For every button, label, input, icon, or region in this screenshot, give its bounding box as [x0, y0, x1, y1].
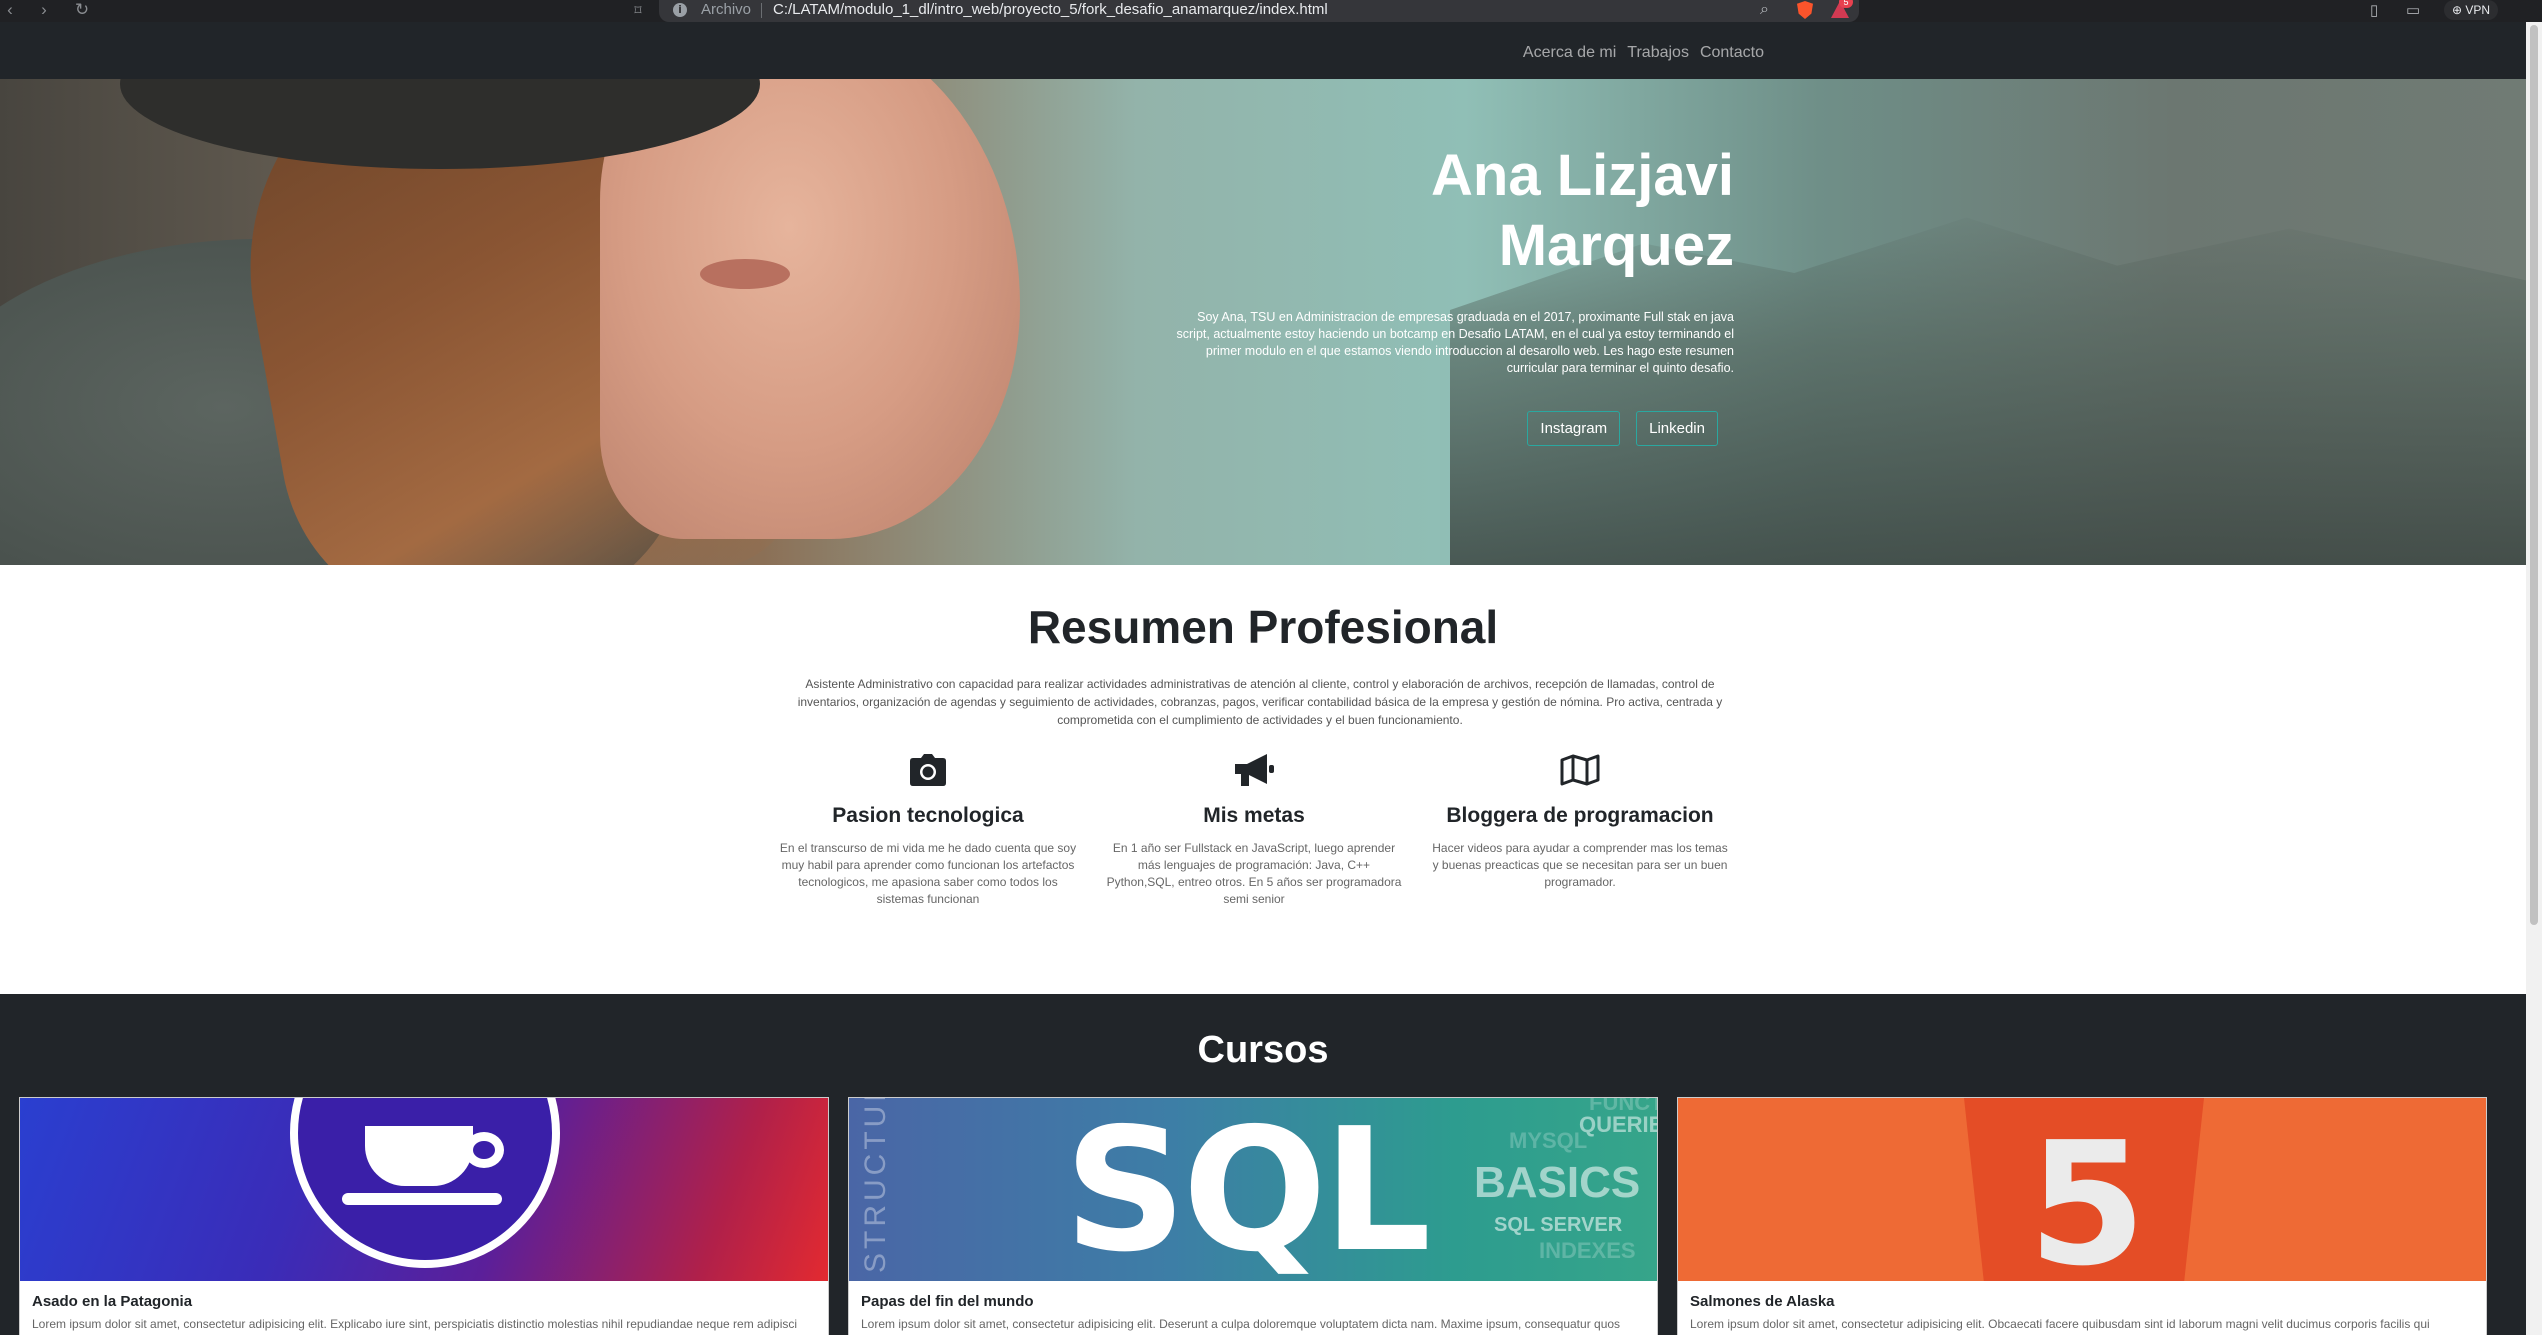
address-url[interactable]: C:/LATAM/modulo_1_dl/intro_web/proyecto_…: [773, 1, 1328, 18]
nav-link-contacto[interactable]: Contacto: [1700, 44, 1764, 62]
nav-link-acerca[interactable]: Acerca de mi: [1523, 44, 1616, 62]
card-text: Lorem ipsum dolor sit amet, consectetur …: [1690, 1317, 2430, 1335]
resumen-section: Resumen Profesional Asistente Administra…: [0, 565, 2526, 994]
sql-small-text: FUNCTIONS: [1589, 1098, 1657, 1115]
coffee-cup-handle: [464, 1132, 504, 1168]
card-body: Salmones de Alaska Lorem ipsum dolor sit…: [1678, 1281, 2486, 1335]
map-icon: [1430, 748, 1730, 792]
address-separator: [761, 3, 762, 18]
hero-buttons: Instagram Linkedin: [1174, 411, 1734, 446]
feature-title: Mis metas: [1203, 804, 1305, 827]
resumen-title: Resumen Profesional: [1027, 601, 1499, 653]
card-text: Lorem ipsum dolor sit amet, consectetur …: [32, 1317, 798, 1335]
site-navbar: Acerca de mi Trabajos Contacto: [0, 22, 2526, 79]
back-icon[interactable]: ‹: [0, 0, 20, 20]
feature-text: En el transcurso de mi vida me he dado c…: [779, 841, 1077, 906]
hero-name-line1: Ana Lizjavi: [1431, 143, 1734, 208]
hero-background-face: [600, 79, 1020, 539]
card-body: Asado en la Patagonia Lorem ipsum dolor …: [20, 1281, 828, 1335]
card-title: Asado en la Patagonia: [32, 1293, 193, 1310]
feature-title: Pasion tecnologica: [832, 804, 1024, 827]
page-scrollbar[interactable]: [2526, 22, 2542, 1335]
hero-content: Ana Lizjavi Marquez Soy Ana, TSU en Admi…: [1174, 141, 1734, 446]
bookmark-icon[interactable]: ⌑: [628, 0, 648, 20]
hero-bio: Soy Ana, TSU en Administracion de empres…: [1176, 310, 1734, 375]
sql-server-text: SQL SERVER: [1494, 1214, 1623, 1236]
info-icon[interactable]: i: [673, 3, 687, 17]
java-course-image: [20, 1098, 828, 1281]
forward-icon[interactable]: ›: [34, 0, 54, 20]
browser-toolbar: ‹ › ↻ ⌑ i Archivo C:/LATAM/modulo_1_dl/i…: [0, 0, 2542, 22]
zoom-icon[interactable]: ⌕: [1760, 1, 1769, 19]
card-text: Lorem ipsum dolor sit amet, consectetur …: [861, 1317, 1621, 1335]
page-viewport: Acerca de mi Trabajos Contacto Ana Lizja…: [0, 22, 2526, 1335]
hero-section: Ana Lizjavi Marquez Soy Ana, TSU en Admi…: [0, 79, 2526, 565]
sql-small-text: INDEXES: [1539, 1238, 1636, 1263]
reload-icon[interactable]: ↻: [72, 0, 92, 20]
sql-vertical-text: STRUCTURED QUERY LANGUAGE: [859, 1098, 893, 1273]
sql-big-text: SQL: [1064, 1098, 1431, 1281]
instagram-button[interactable]: Instagram: [1527, 411, 1621, 446]
cursos-title: Cursos: [1197, 1029, 1329, 1071]
card-title: Salmones de Alaska: [1690, 1293, 1835, 1310]
sql-small-text: MYSQL: [1509, 1128, 1588, 1153]
address-location-label: Archivo: [701, 1, 752, 18]
html5-five-glyph: 5: [2028, 1106, 2147, 1281]
vpn-button[interactable]: ⊕ VPN: [2444, 0, 2499, 20]
sql-basics-text: BASICS: [1474, 1158, 1641, 1207]
scrollbar-thumb[interactable]: [2530, 25, 2538, 925]
brave-shield-icon[interactable]: [1797, 1, 1813, 19]
course-card[interactable]: STRUCTURED QUERY LANGUAGE SQL MYSQL QUER…: [848, 1097, 1658, 1335]
html5-course-image: 5: [1678, 1098, 2486, 1281]
coffee-cup-icon: [365, 1126, 473, 1186]
address-bar[interactable]: i Archivo C:/LATAM/modulo_1_dl/intro_web…: [659, 0, 1859, 22]
nav-link-trabajos[interactable]: Trabajos: [1627, 44, 1689, 62]
cursos-section: Cursos Asado en la Patagonia Lorem ipsum…: [0, 994, 2526, 1335]
course-card[interactable]: Asado en la Patagonia Lorem ipsum dolor …: [19, 1097, 829, 1335]
coffee-saucer: [342, 1193, 502, 1205]
feature-metas: Mis metas En 1 año ser Fullstack en Java…: [1104, 748, 1404, 908]
feature-title: Bloggera de programacion: [1446, 804, 1714, 827]
linkedin-button[interactable]: Linkedin: [1636, 411, 1718, 446]
sql-course-image: STRUCTURED QUERY LANGUAGE SQL MYSQL QUER…: [849, 1098, 1657, 1281]
sidebar-toggle-icon[interactable]: ▯: [2370, 1, 2378, 19]
resumen-text: Asistente Administrativo con capacidad p…: [797, 677, 1723, 727]
feature-text: Hacer videos para ayudar a comprender ma…: [1432, 841, 1728, 889]
rewards-badge: 5: [1839, 0, 1853, 8]
feature-text: En 1 año ser Fullstack en JavaScript, lu…: [1106, 841, 1402, 906]
megaphone-icon: [1104, 748, 1404, 792]
hero-background-lips: [700, 259, 790, 289]
camera-icon: [778, 748, 1078, 792]
nav-links: Acerca de mi Trabajos Contacto: [1523, 44, 1764, 62]
vpn-label: VPN: [2465, 3, 2491, 17]
card-title: Papas del fin del mundo: [861, 1293, 1034, 1310]
feature-bloggera: Bloggera de programacion Hacer videos pa…: [1430, 748, 1730, 891]
hero-name-line2: Marquez: [1498, 213, 1734, 278]
card-body: Papas del fin del mundo Lorem ipsum dolo…: [849, 1281, 1657, 1335]
course-card[interactable]: 5 Salmones de Alaska Lorem ipsum dolor s…: [1677, 1097, 2487, 1335]
feature-pasion: Pasion tecnologica En el transcurso de m…: [778, 748, 1078, 908]
wallet-icon[interactable]: ▭: [2406, 1, 2420, 19]
